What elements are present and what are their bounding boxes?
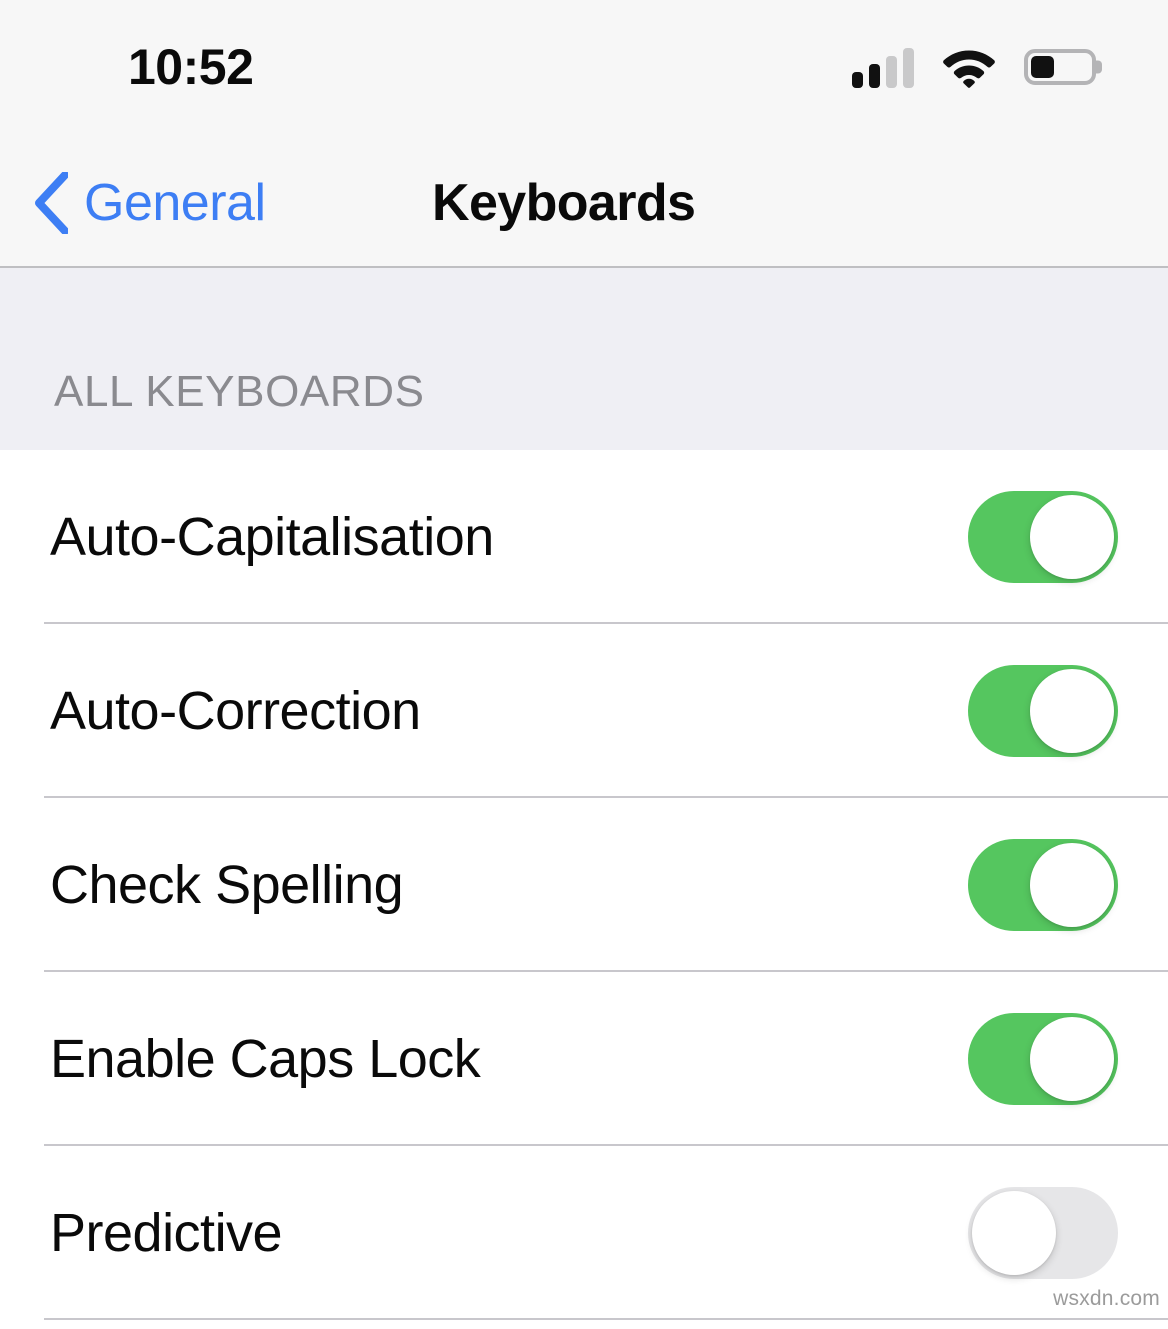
wifi-icon	[943, 50, 995, 88]
section-header-all-keyboards: ALL KEYBOARDS	[0, 268, 1168, 450]
status-bar: 10:52	[0, 0, 1168, 140]
battery-fill-level	[1031, 56, 1055, 78]
cellular-signal-icon	[852, 46, 914, 88]
back-button-label: General	[84, 174, 266, 232]
page-title: Keyboards	[432, 174, 696, 232]
list-item-check-spelling[interactable]: Check Spelling	[0, 798, 1168, 972]
toggle-knob	[1030, 669, 1114, 753]
row-label: Auto-Correction	[50, 681, 421, 741]
navigation-bar: General Keyboards	[0, 140, 1168, 268]
toggle-knob	[1030, 1017, 1114, 1101]
signal-bar-3	[886, 56, 897, 88]
toggle-enable-caps-lock[interactable]	[968, 1013, 1118, 1105]
toggle-knob	[1030, 843, 1114, 927]
toggle-check-spelling[interactable]	[968, 839, 1118, 931]
toggle-knob	[1030, 495, 1114, 579]
signal-bar-1	[852, 72, 863, 88]
list-item-predictive[interactable]: Predictive	[0, 1146, 1168, 1320]
section-header-label: ALL KEYBOARDS	[54, 367, 425, 416]
toggle-auto-capitalisation[interactable]	[968, 491, 1118, 583]
chevron-left-icon	[35, 172, 68, 234]
status-bar-indicators	[852, 46, 1096, 94]
row-label: Predictive	[50, 1203, 283, 1263]
battery-icon	[1024, 49, 1096, 85]
watermark: wsxdn.com	[1053, 1287, 1160, 1310]
signal-bar-4	[903, 48, 914, 88]
list-item-auto-correction[interactable]: Auto-Correction	[0, 624, 1168, 798]
row-label: Check Spelling	[50, 855, 404, 915]
toggle-auto-correction[interactable]	[968, 665, 1118, 757]
list-item-enable-caps-lock[interactable]: Enable Caps Lock	[0, 972, 1168, 1146]
back-button-general[interactable]: General	[0, 172, 266, 234]
settings-list: Auto-Capitalisation Auto-Correction Chec…	[0, 450, 1168, 1320]
toggle-knob	[972, 1191, 1056, 1275]
toggle-predictive[interactable]	[968, 1187, 1118, 1279]
row-label: Enable Caps Lock	[50, 1029, 481, 1089]
iphone-settings-screen: 10:52 General Keyboards ALL KEYBOARDS Au…	[0, 0, 1168, 1329]
status-bar-clock: 10:52	[128, 39, 254, 95]
row-separator	[44, 1318, 1168, 1320]
list-item-auto-capitalisation[interactable]: Auto-Capitalisation	[0, 450, 1168, 624]
row-label: Auto-Capitalisation	[50, 507, 494, 567]
signal-bar-2	[869, 64, 880, 88]
